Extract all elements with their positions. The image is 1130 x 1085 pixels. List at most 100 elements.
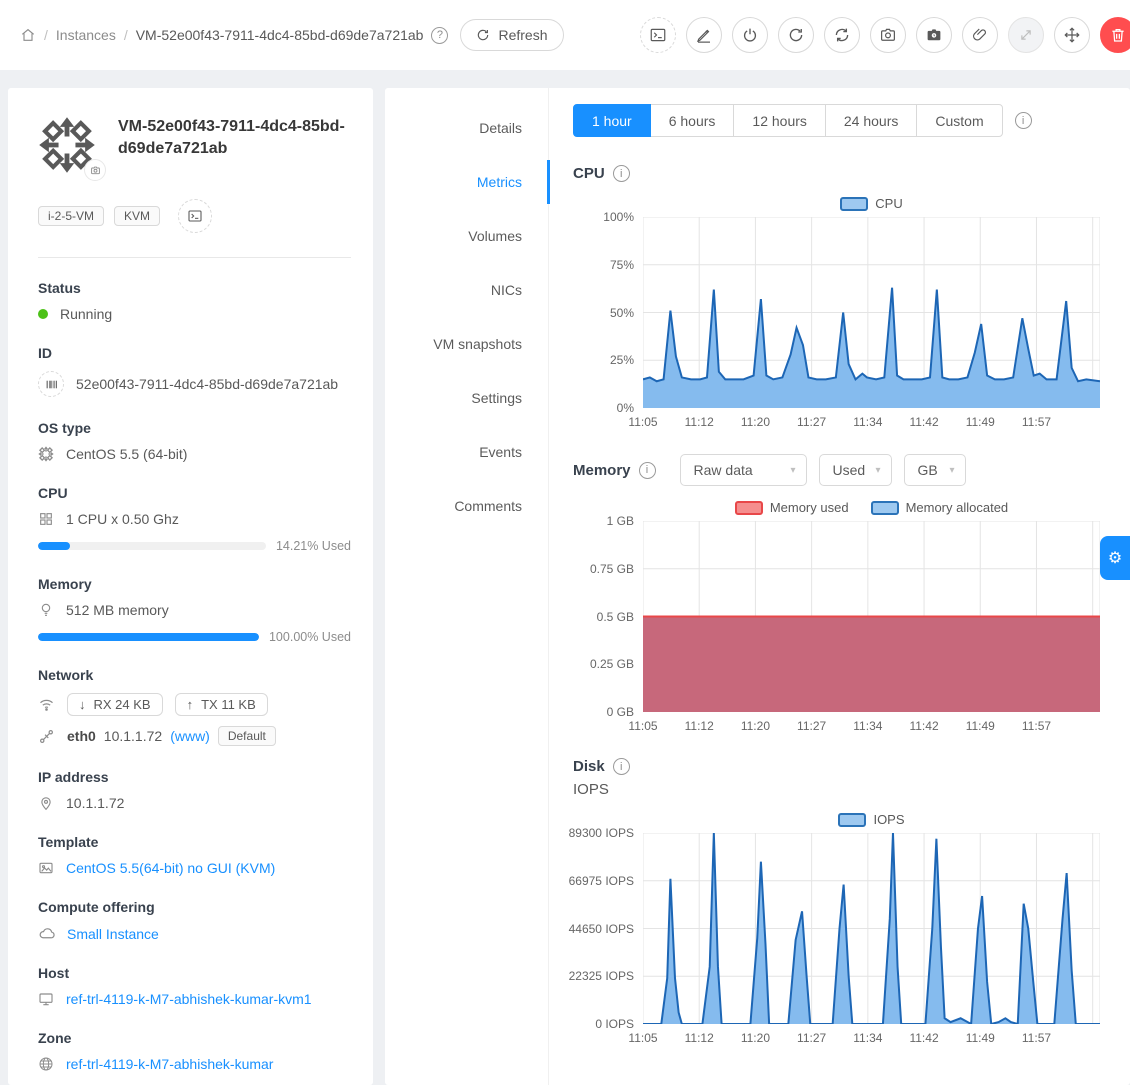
chevron-down-icon: ▾ [791,465,796,476]
time-range-24hours[interactable]: 24 hours [825,104,917,137]
nic-default-tag: Default [218,726,276,746]
offering-link[interactable]: Small Instance [67,926,159,942]
help-icon[interactable]: ? [431,27,448,44]
legend-marker [871,501,899,515]
tx-button[interactable]: ↑TX 11 KB [175,693,268,716]
y-axis-label: 66975 IOPS [569,874,634,888]
memory-used-legend-item[interactable]: Memory used [735,500,849,515]
memory-used-label: 100.00% Used [269,630,351,644]
y-axis-label: 0.5 GB [597,610,634,624]
diagonal-arrows-icon [1017,26,1035,44]
template-link[interactable]: CentOS 5.5(64-bit) no GUI (KVM) [66,860,275,876]
x-axis-label: 11:57 [1022,415,1051,429]
legend-marker [838,813,866,827]
disk-info-icon[interactable]: i [613,758,630,775]
status-section: Status Running [38,280,351,322]
volume-snapshot-button[interactable] [916,17,952,53]
reload-icon [787,26,805,44]
disk-legend: IOPS [573,812,1100,827]
memory-chart-title: Memory [573,462,631,479]
x-axis-label: 11:12 [685,719,714,733]
console-button[interactable] [640,17,676,53]
host-label: Host [38,965,351,981]
memory-data-select[interactable]: Raw data▾ [680,454,807,486]
gear-icon: ⚙ [1108,548,1122,568]
memory-mode-select[interactable]: Used▾ [819,454,892,486]
hypervisor-tag: KVM [114,206,160,226]
camera-icon [879,26,897,44]
breadcrumb-instances[interactable]: Instances [56,27,116,43]
cloud-icon [38,925,55,942]
iops-legend-item[interactable]: IOPS [838,812,904,827]
memory-allocated-legend-item[interactable]: Memory allocated [871,500,1009,515]
api-link-icon [38,728,55,745]
time-range-group: 1 hour 6 hours 12 hours 24 hours Custom [573,104,1003,137]
time-range-info-icon[interactable]: i [1015,112,1032,129]
home-icon[interactable] [20,27,36,43]
tab-events[interactable]: Events [385,425,548,479]
cpu-used-label: 14.21% Used [276,539,351,553]
x-axis-label: 11:49 [966,415,995,429]
memory-chart: 1 GB0.75 GB0.5 GB0.25 GB0 GB11:0511:1211… [573,521,1100,712]
rx-button[interactable]: ↓RX 24 KB [67,693,163,716]
memory-info-icon[interactable]: i [639,462,656,479]
status-label: Status [38,280,351,296]
time-range-custom[interactable]: Custom [916,104,1002,137]
y-axis-label: 100% [603,210,634,224]
tab-details[interactable]: Details [385,101,548,155]
x-axis-label: 11:12 [685,1031,714,1045]
time-range-1hour[interactable]: 1 hour [573,104,651,137]
status-value: Running [60,306,112,322]
cpu-info-icon[interactable]: i [613,165,630,182]
migrate-button[interactable] [1054,17,1090,53]
settings-fab[interactable]: ⚙ [1100,536,1130,580]
reboot-button[interactable] [778,17,814,53]
ostype-section: OS type CentOS 5.5 (64-bit) [38,420,351,462]
destroy-button[interactable] [1100,17,1130,53]
y-axis-label: 89300 IOPS [569,826,634,840]
id-section: ID 52e00f43-7911-4dc4-85bd-d69de7a721ab [38,345,351,397]
x-axis-label: 11:49 [966,1031,995,1045]
snapshot-button[interactable] [870,17,906,53]
refresh-button[interactable]: Refresh [460,19,563,51]
pencil-icon [695,26,713,44]
edit-button[interactable] [686,17,722,53]
tab-volumes[interactable]: Volumes [385,209,548,263]
monitor-icon [38,991,54,1007]
offering-label: Compute offering [38,899,351,915]
y-axis-label: 44650 IOPS [569,922,634,936]
tab-metrics[interactable]: Metrics [385,155,548,209]
scale-button [1008,17,1044,53]
template-label: Template [38,834,351,850]
location-pin-icon [38,795,54,811]
x-axis-label: 11:57 [1022,1031,1051,1045]
memory-progress [38,633,259,641]
change-icon-camera-badge[interactable] [84,159,106,181]
nic-network-link[interactable]: (www) [170,728,210,744]
x-axis-label: 11:20 [741,1031,770,1045]
attach-iso-button[interactable] [962,17,998,53]
memory-dropdowns: Raw data▾ Used▾ GB▾ [680,454,966,486]
console-button-small[interactable] [178,199,212,233]
tab-nics[interactable]: NICs [385,263,548,317]
time-range-6hours[interactable]: 6 hours [650,104,735,137]
zone-section: Zone ref-trl-4119-k-M7-abhishek-kumar [38,1030,351,1072]
tab-vm-snapshots[interactable]: VM snapshots [385,317,548,371]
stop-button[interactable] [732,17,768,53]
memory-unit-select[interactable]: GB▾ [904,454,966,486]
host-link[interactable]: ref-trl-4119-k-M7-abhishek-kumar-kvm1 [66,991,312,1007]
x-axis-label: 11:34 [853,719,882,733]
bulb-icon [38,602,54,618]
time-range-12hours[interactable]: 12 hours [733,104,825,137]
arrow-down-icon: ↓ [79,697,86,712]
cpu-legend-item[interactable]: CPU [840,196,902,211]
tab-settings[interactable]: Settings [385,371,548,425]
cpu-progress [38,542,266,550]
cpu-label: CPU [38,485,351,501]
x-axis-label: 11:34 [853,415,882,429]
reinstall-button[interactable] [824,17,860,53]
x-axis-label: 11:05 [628,719,657,733]
zone-link[interactable]: ref-trl-4119-k-M7-abhishek-kumar [66,1056,273,1072]
os-logo [38,116,100,177]
tab-comments[interactable]: Comments [385,479,548,533]
